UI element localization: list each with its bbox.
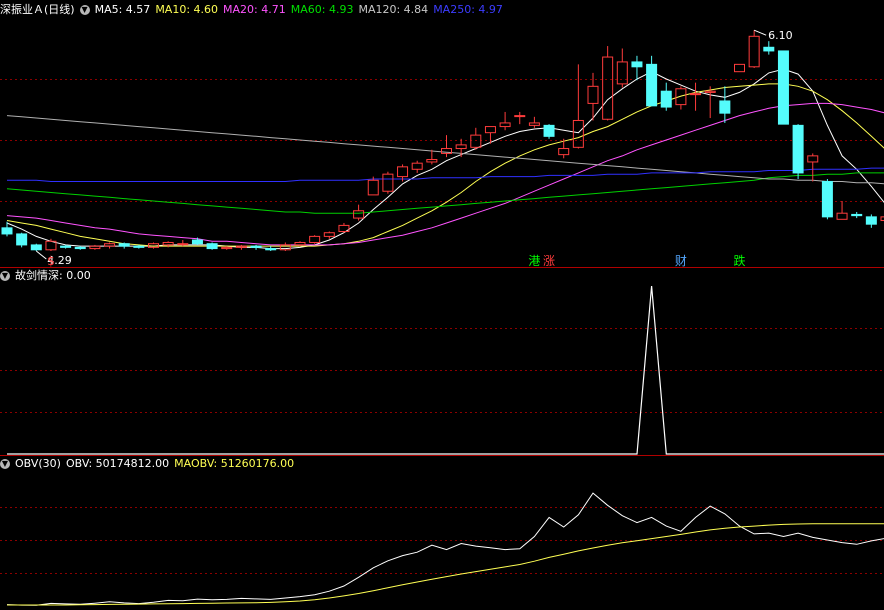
candle-down [660, 90, 672, 108]
candle-up [836, 212, 848, 220]
candle-down [792, 124, 804, 174]
ma120-line [6, 115, 884, 185]
candle-down [777, 50, 789, 125]
candle-up [748, 35, 760, 68]
candle-up [162, 241, 174, 246]
candle-up [221, 246, 233, 250]
ma10-line [6, 83, 884, 247]
candle-up [602, 56, 614, 120]
ma5-line [6, 68, 884, 250]
candle-up [309, 235, 321, 243]
candle-up [675, 88, 687, 106]
candle-down [821, 180, 833, 218]
obv-line [6, 492, 884, 606]
candle-down [851, 213, 863, 217]
kline-chart[interactable]: 6.104.29$ 港涨财跌 [0, 0, 884, 610]
ma20-line [6, 102, 884, 246]
candle-down [250, 245, 262, 248]
event-marker: 跌 [733, 253, 745, 268]
candle-up [294, 241, 306, 246]
candle-down [1, 227, 13, 235]
event-marker: $ [47, 254, 55, 268]
candle-up [323, 232, 335, 237]
candle-down [543, 124, 555, 137]
low-pointer [35, 250, 47, 260]
high-pointer [753, 29, 767, 36]
event-marker: 财 [675, 254, 687, 268]
candle-up [704, 90, 716, 93]
chart-window: { "header": { "title": "深振业Ａ(日线)", "ma5"… [0, 0, 884, 610]
candle-up [499, 122, 511, 128]
candle-up [104, 243, 116, 247]
maobv-line [7, 523, 884, 606]
ma250-line [7, 167, 884, 182]
candle-up [558, 148, 570, 156]
event-marker: 涨 [543, 253, 555, 268]
candle-up [616, 61, 628, 85]
candle-up [353, 210, 365, 219]
candle-up [690, 93, 702, 96]
candle-up [470, 134, 482, 148]
candle-up [455, 144, 467, 150]
ma60-line [6, 172, 884, 214]
candle-up [397, 166, 409, 178]
candle-down [16, 233, 28, 246]
candle-down [118, 243, 130, 247]
candle-down [30, 244, 42, 251]
high-label: 6.10 [768, 29, 793, 42]
event-marker: 港 [528, 254, 540, 268]
candle-down [60, 245, 72, 248]
candle-down [719, 100, 731, 114]
candle-down [646, 63, 658, 107]
candle-down [265, 248, 277, 251]
candle-up [426, 159, 438, 163]
candle-up [411, 162, 423, 170]
candle-down [631, 61, 643, 68]
candle-up [177, 243, 189, 246]
candle-up [89, 245, 101, 250]
candle-down [206, 243, 218, 250]
candle-down [865, 216, 877, 225]
candle-up [514, 115, 526, 118]
candle-down [191, 239, 203, 245]
candle-up [484, 126, 496, 134]
candle-up [572, 119, 584, 148]
candle-up [528, 122, 540, 126]
candle-down [763, 46, 775, 52]
candle-up [382, 173, 394, 192]
candle-up [367, 179, 379, 196]
candle-down [133, 245, 145, 248]
candle-down [74, 246, 86, 250]
candle-up [587, 85, 599, 104]
candle-up [734, 63, 745, 73]
candle-up [807, 155, 819, 163]
